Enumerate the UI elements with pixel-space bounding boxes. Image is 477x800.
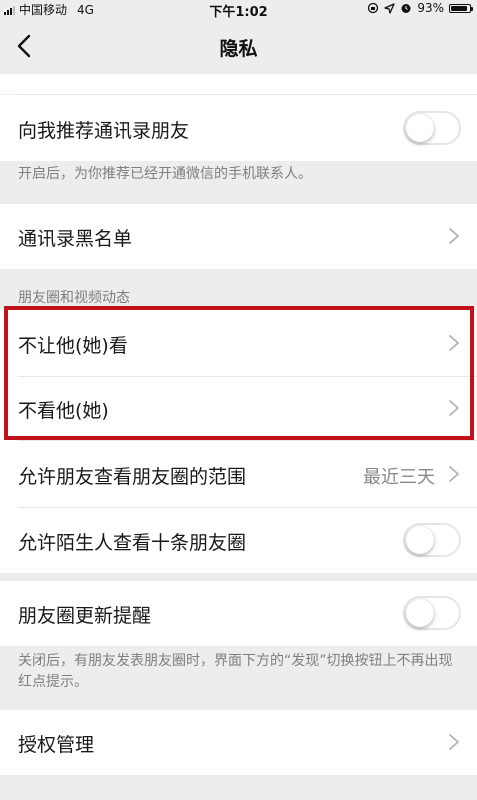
authorization-label: 授权管理 [18, 734, 95, 756]
stranger-view-row[interactable]: 允许陌生人查看十条朋友圈 [0, 507, 477, 573]
recommend-contacts-toggle[interactable] [403, 111, 461, 145]
navigation-bar: 隐私 [0, 18, 477, 74]
list-item-partial[interactable] [0, 74, 477, 94]
moments-update-row[interactable]: 朋友圈更新提醒 [0, 581, 477, 646]
moments-update-toggle[interactable] [403, 596, 461, 630]
blacklist-row[interactable]: 通讯录黑名单 [0, 204, 477, 269]
divider [18, 94, 477, 95]
alarm-icon [401, 4, 411, 13]
blacklist-label: 通讯录黑名单 [18, 228, 133, 250]
toggle-knob [406, 114, 434, 142]
hide-their-moments-label: 不看他(她) [18, 400, 109, 422]
moments-update-note: 关闭后，有朋友发表朋友圈时，界面下方的“发现”切换按钮上不再出现红点提示。 [18, 653, 453, 690]
page-title: 隐私 [219, 38, 258, 60]
moments-visible-range-label: 允许朋友查看朋友圈的范围 [18, 466, 247, 488]
recommend-contacts-label: 向我推荐通讯录朋友 [18, 120, 190, 142]
rotation-lock-icon [368, 2, 379, 14]
status-bar: 中国移动 4G 下午1:02 93% [0, 0, 477, 20]
hide-moments-from-label: 不让他(她)看 [18, 335, 128, 357]
toggle-knob [406, 526, 434, 554]
battery-percent: 93% [417, 1, 444, 15]
battery-icon [449, 3, 473, 13]
toggle-knob [406, 599, 434, 627]
chevron-right-icon [449, 335, 459, 351]
battery-fill [451, 5, 467, 11]
location-icon [384, 2, 395, 14]
stranger-view-label: 允许陌生人查看十条朋友圈 [18, 532, 247, 554]
divider [18, 440, 477, 441]
authorization-row[interactable]: 授权管理 [0, 710, 477, 775]
moments-update-label: 朋友圈更新提醒 [18, 605, 152, 627]
chevron-right-icon [449, 466, 459, 482]
moments-visible-range-value: 最近三天 [363, 467, 435, 488]
status-right: 93% [367, 1, 473, 15]
recommend-contacts-row[interactable]: 向我推荐通讯录朋友 [0, 94, 477, 161]
hide-their-moments-row[interactable]: 不看他(她) [0, 376, 477, 440]
moments-section-header: 朋友圈和视频动态 [18, 290, 130, 306]
chevron-right-icon [449, 734, 459, 750]
divider [18, 376, 477, 377]
hide-moments-from-row[interactable]: 不让他(她)看 [0, 310, 477, 376]
stranger-view-toggle[interactable] [403, 523, 461, 557]
moments-visible-range-row[interactable]: 允许朋友查看朋友圈的范围 最近三天 [0, 440, 477, 507]
chevron-right-icon [449, 228, 459, 244]
chevron-right-icon [449, 400, 459, 416]
divider [18, 507, 477, 508]
recommend-contacts-note: 开启后，为你推荐已经开通微信的手机联系人。 [18, 166, 312, 182]
